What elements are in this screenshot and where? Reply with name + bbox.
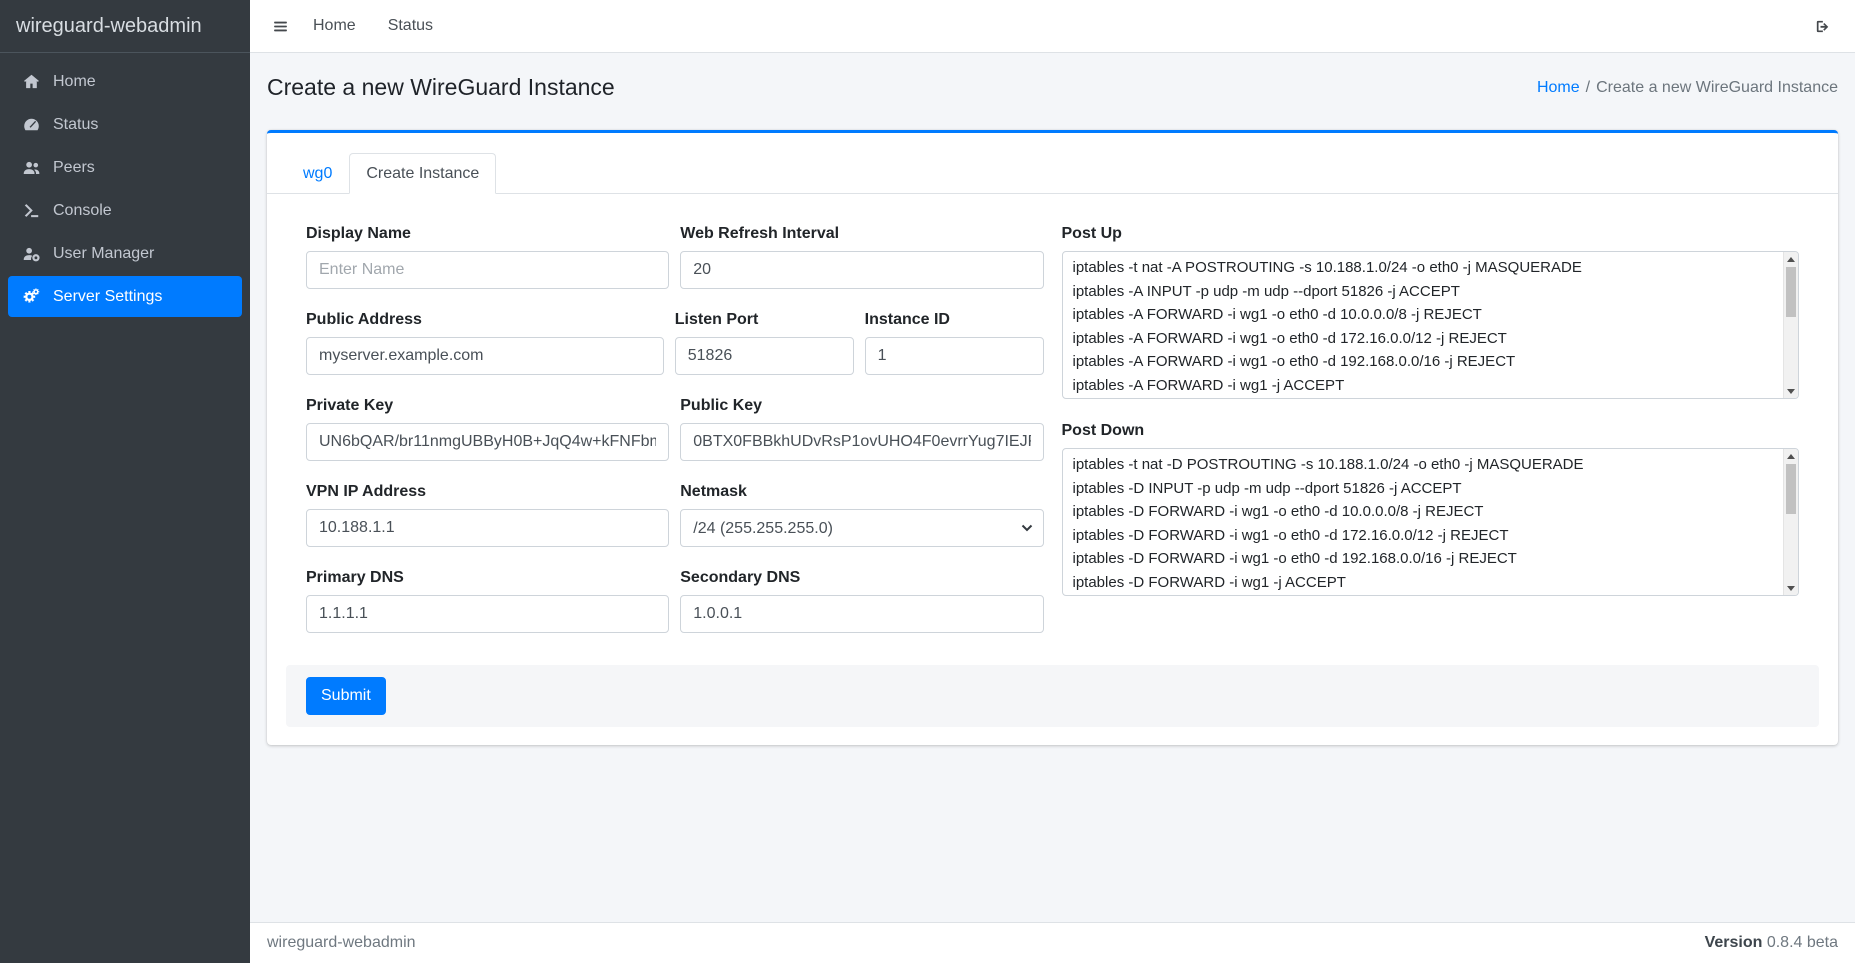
- footer-version-label: Version: [1705, 934, 1763, 951]
- form-left-column: Display Name Web Refresh Interval: [306, 224, 1044, 633]
- public-key-input[interactable]: [680, 423, 1043, 461]
- breadcrumb-home-link[interactable]: Home: [1537, 79, 1580, 96]
- instance-form: Display Name Web Refresh Interval: [286, 224, 1819, 633]
- web-refresh-interval-input[interactable]: [680, 251, 1043, 289]
- instance-id-input[interactable]: [865, 337, 1044, 375]
- card-tabs: wg0 Create Instance: [267, 133, 1838, 194]
- sidebar-item-peers[interactable]: Peers: [8, 147, 242, 188]
- sidebar-item-label: Server Settings: [53, 288, 162, 306]
- breadcrumb: Home / Create a new WireGuard Instance: [1537, 79, 1838, 97]
- form-footer: Submit: [286, 665, 1819, 727]
- listen-port-label: Listen Port: [675, 310, 854, 329]
- navbar-link-status[interactable]: Status: [372, 9, 449, 43]
- instance-card: wg0 Create Instance Display Name: [267, 130, 1838, 745]
- sidebar-item-home[interactable]: Home: [8, 61, 242, 102]
- netmask-select[interactable]: /24 (255.255.255.0): [680, 509, 1043, 547]
- main-area: Home Status Create a new WireGuard Insta…: [250, 0, 1855, 963]
- primary-dns-label: Primary DNS: [306, 568, 669, 587]
- scrollbar-thumb[interactable]: [1786, 267, 1796, 317]
- navbar-link-home[interactable]: Home: [297, 9, 372, 43]
- public-address-input[interactable]: [306, 337, 664, 375]
- scroll-down-arrow-icon[interactable]: [1784, 384, 1798, 398]
- content-wrapper: Create a new WireGuard Instance Home / Cre…: [250, 53, 1855, 922]
- gauge-icon: [18, 115, 44, 134]
- breadcrumb-separator: /: [1586, 79, 1590, 96]
- sidebar-item-user-manager[interactable]: User Manager: [8, 233, 242, 274]
- vpn-ip-address-label: VPN IP Address: [306, 482, 669, 501]
- terminal-icon: [18, 201, 44, 220]
- breadcrumb-current: Create a new WireGuard Instance: [1596, 79, 1838, 96]
- tab-create-instance[interactable]: Create Instance: [349, 153, 496, 194]
- sidebar-item-label: User Manager: [53, 245, 154, 263]
- private-key-input[interactable]: [306, 423, 669, 461]
- post-up-box: iptables -t nat -A POSTROUTING -s 10.188…: [1062, 251, 1800, 399]
- primary-dns-input[interactable]: [306, 595, 669, 633]
- main-footer: wireguard-webadmin Version 0.8.4 beta: [250, 922, 1855, 963]
- home-icon: [18, 72, 44, 91]
- post-up-textarea[interactable]: iptables -t nat -A POSTROUTING -s 10.188…: [1063, 252, 1783, 398]
- scrollbar-thumb[interactable]: [1786, 464, 1796, 514]
- secondary-dns-label: Secondary DNS: [680, 568, 1043, 587]
- form-right-column: Post Up iptables -t nat -A POSTROUTING -…: [1062, 224, 1800, 633]
- post-down-textarea[interactable]: iptables -t nat -D POSTROUTING -s 10.188…: [1063, 449, 1783, 595]
- gears-icon: [18, 287, 44, 306]
- scrollbar-track[interactable]: [1784, 266, 1798, 384]
- sidebar-nav: Home Status Peers Console: [0, 53, 250, 327]
- display-name-label: Display Name: [306, 224, 669, 243]
- card-body: Display Name Web Refresh Interval: [267, 194, 1838, 745]
- post-up-label: Post Up: [1062, 224, 1800, 243]
- logout-button[interactable]: [1806, 10, 1839, 43]
- scroll-up-arrow-icon[interactable]: [1784, 449, 1798, 463]
- tab-wg0[interactable]: wg0: [286, 153, 349, 194]
- sidebar-item-label: Status: [53, 116, 98, 134]
- instance-id-label: Instance ID: [865, 310, 1044, 329]
- footer-version: Version 0.8.4 beta: [1705, 934, 1838, 952]
- private-key-label: Private Key: [306, 396, 669, 415]
- sign-out-icon: [1814, 18, 1831, 35]
- users-icon: [18, 158, 44, 177]
- public-address-label: Public Address: [306, 310, 664, 329]
- sidebar-item-server-settings[interactable]: Server Settings: [8, 276, 242, 317]
- scroll-up-arrow-icon[interactable]: [1784, 252, 1798, 266]
- bars-icon: [272, 18, 289, 35]
- sidebar-item-label: Console: [53, 202, 112, 220]
- post-down-scrollbar[interactable]: [1783, 449, 1798, 595]
- footer-version-value: 0.8.4 beta: [1767, 934, 1838, 951]
- secondary-dns-input[interactable]: [680, 595, 1043, 633]
- post-up-scrollbar[interactable]: [1783, 252, 1798, 398]
- page-title: Create a new WireGuard Instance: [267, 72, 615, 103]
- content-header: Create a new WireGuard Instance Home / Cre…: [250, 53, 1855, 130]
- post-down-box: iptables -t nat -D POSTROUTING -s 10.188…: [1062, 448, 1800, 596]
- web-refresh-interval-label: Web Refresh Interval: [680, 224, 1043, 243]
- brand: wireguard-webadmin: [0, 0, 250, 53]
- netmask-label: Netmask: [680, 482, 1043, 501]
- app-root: wireguard-webadmin Home Status Peers: [0, 0, 1855, 963]
- sidebar: wireguard-webadmin Home Status Peers: [0, 0, 250, 963]
- public-key-label: Public Key: [680, 396, 1043, 415]
- submit-button[interactable]: Submit: [306, 677, 386, 715]
- scrollbar-track[interactable]: [1784, 463, 1798, 581]
- footer-brand: wireguard-webadmin: [267, 934, 416, 952]
- display-name-input[interactable]: [306, 251, 669, 289]
- sidebar-item-status[interactable]: Status: [8, 104, 242, 145]
- scroll-down-arrow-icon[interactable]: [1784, 581, 1798, 595]
- sidebar-item-console[interactable]: Console: [8, 190, 242, 231]
- listen-port-input[interactable]: [675, 337, 854, 375]
- post-down-label: Post Down: [1062, 421, 1800, 440]
- user-gear-icon: [18, 244, 44, 263]
- top-navbar: Home Status: [250, 0, 1855, 53]
- sidebar-item-label: Peers: [53, 159, 95, 177]
- vpn-ip-address-input[interactable]: [306, 509, 669, 547]
- sidebar-item-label: Home: [53, 73, 96, 91]
- sidebar-toggle-button[interactable]: [264, 10, 297, 43]
